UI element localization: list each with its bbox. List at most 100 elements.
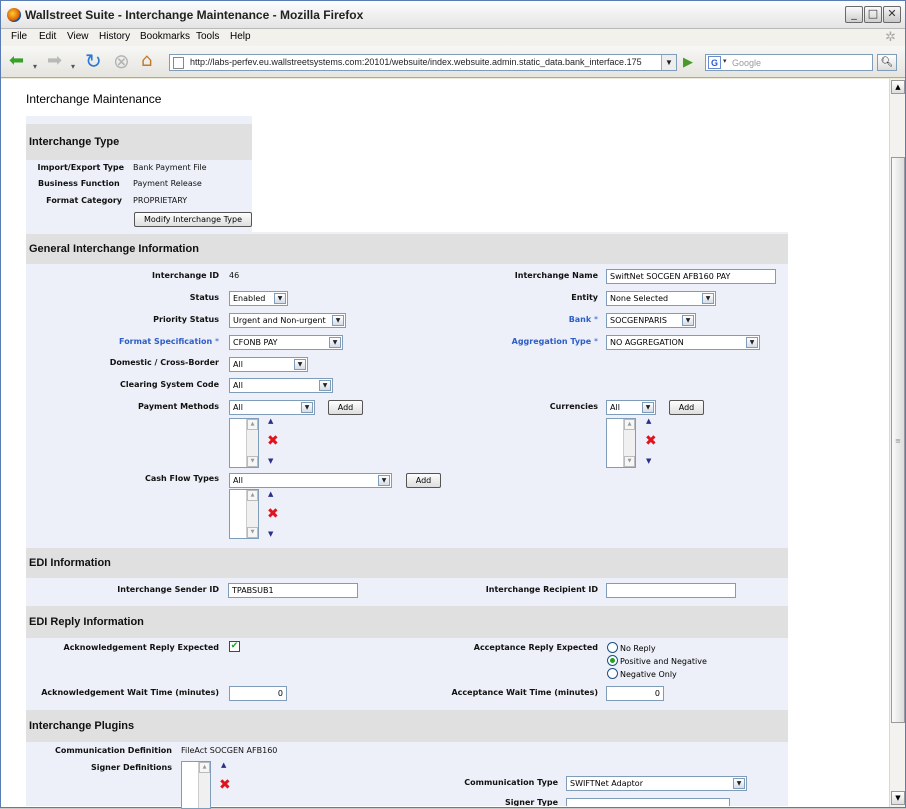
vertical-scrollbar[interactable]: ▲ ≡ ▼	[889, 79, 905, 807]
payment-methods-select[interactable]: All ▼	[229, 400, 315, 415]
move-down-icon[interactable]: ▼	[646, 457, 651, 465]
move-down-icon[interactable]: ▼	[268, 457, 273, 465]
forward-icon[interactable]: ➡	[47, 52, 62, 70]
cash-flow-types-select[interactable]: All ▼	[229, 473, 392, 488]
move-up-icon[interactable]: ▲	[268, 417, 273, 425]
required-mark: *	[215, 337, 219, 346]
close-button[interactable]: ✕	[883, 6, 901, 23]
back-icon[interactable]: ⬅	[9, 52, 24, 70]
maximize-button[interactable]: □	[864, 6, 882, 23]
back-history-dropdown-icon[interactable]: ▾	[33, 58, 37, 76]
chevron-down-icon: ▼	[319, 380, 331, 391]
format-specification-select[interactable]: CFONB PAY ▼	[229, 335, 343, 350]
minimize-button[interactable]: _	[845, 6, 863, 23]
scroll-up-icon[interactable]: ▲	[247, 490, 258, 501]
scroll-down-icon[interactable]: ▼	[247, 456, 258, 467]
status-select[interactable]: Enabled ▼	[229, 291, 288, 306]
add-currency-button[interactable]: Add	[669, 400, 704, 415]
cash-flow-types-list[interactable]: ▲ ▼	[229, 489, 259, 539]
home-icon[interactable]: ⌂	[141, 52, 152, 70]
url-text: http://labs-perfev.eu.wallstreetsystems.…	[190, 57, 642, 67]
add-payment-method-button[interactable]: Add	[328, 400, 363, 415]
menu-help[interactable]: Help	[230, 31, 251, 42]
interchange-name-input[interactable]: SwiftNet SOCGEN AFB160 PAY	[606, 269, 776, 284]
domestic-select-value: All	[233, 360, 243, 369]
scroll-down-icon[interactable]: ▼	[247, 527, 258, 538]
remove-icon[interactable]: ✖	[645, 434, 657, 448]
communication-type-select[interactable]: SWIFTNet Adaptor ▼	[566, 776, 747, 791]
no-reply-radio[interactable]	[607, 642, 618, 653]
google-icon[interactable]: G	[708, 56, 721, 69]
remove-icon[interactable]: ✖	[267, 507, 279, 521]
url-dropdown-icon[interactable]: ▼	[661, 55, 676, 70]
page-title: Interchange Maintenance	[26, 92, 162, 106]
list-scrollbar[interactable]: ▲ ▼	[246, 419, 258, 467]
negative-only-radio[interactable]	[607, 668, 618, 679]
sender-id-label: Interchange Sender ID	[117, 585, 219, 594]
chevron-down-icon: ▼	[301, 402, 313, 413]
entity-select[interactable]: None Selected ▼	[606, 291, 716, 306]
sender-id-input[interactable]: TPABSUB1	[228, 583, 358, 598]
stop-icon[interactable]: ⊗	[113, 51, 130, 71]
currencies-select[interactable]: All ▼	[606, 400, 656, 415]
menu-view[interactable]: View	[67, 31, 89, 42]
move-up-icon[interactable]: ▲	[221, 761, 226, 769]
chevron-down-icon: ▼	[642, 402, 654, 413]
move-up-icon[interactable]: ▲	[268, 490, 273, 498]
priority-status-select[interactable]: Urgent and Non-urgent ▼	[229, 313, 346, 328]
edi-reply-header: EDI Reply Information	[26, 606, 788, 638]
scroll-down-icon[interactable]: ▼	[624, 456, 635, 467]
go-icon[interactable]: ▶	[679, 54, 697, 71]
currencies-list[interactable]: ▲ ▼	[606, 418, 636, 468]
scrollbar-thumb[interactable]: ≡	[891, 157, 905, 723]
bank-select[interactable]: SOCGENPARIS ▼	[606, 313, 696, 328]
list-scrollbar[interactable]: ▲ ▼	[623, 419, 635, 467]
move-down-icon[interactable]: ▼	[268, 530, 273, 538]
search-input[interactable]: G ▾ Google	[705, 54, 873, 71]
search-placeholder: Google	[732, 58, 762, 68]
remove-icon[interactable]: ✖	[219, 778, 231, 792]
remove-icon[interactable]: ✖	[267, 434, 279, 448]
scroll-up-icon[interactable]: ▲	[247, 419, 258, 430]
domestic-cross-border-select[interactable]: All ▼	[229, 357, 308, 372]
acceptance-reply-expected-label: Acceptance Reply Expected	[473, 643, 598, 652]
menu-bookmarks[interactable]: Bookmarks	[140, 31, 190, 42]
aggregation-type-label: Aggregation Type *	[426, 337, 598, 346]
form-panel: Interchange Type Import/Export Type Bank…	[26, 116, 788, 809]
address-bar[interactable]: http://labs-perfev.eu.wallstreetsystems.…	[169, 54, 677, 71]
payment-methods-list[interactable]: ▲ ▼	[229, 418, 259, 468]
positive-negative-radio[interactable]	[607, 655, 618, 666]
page-icon	[173, 57, 184, 69]
forward-history-dropdown-icon[interactable]: ▾	[71, 58, 75, 76]
add-cash-flow-type-button[interactable]: Add	[406, 473, 441, 488]
ack-wait-time-input[interactable]: 0	[229, 686, 287, 701]
list-scrollbar[interactable]: ▲	[198, 762, 210, 808]
modify-interchange-type-button[interactable]: Modify Interchange Type	[134, 212, 252, 227]
payment-methods-select-value: All	[233, 403, 243, 412]
search-engine-dropdown-icon[interactable]: ▾	[723, 57, 727, 65]
acceptance-wait-time-input[interactable]: 0	[606, 686, 664, 701]
scroll-up-icon[interactable]: ▲	[624, 419, 635, 430]
move-up-icon[interactable]: ▲	[646, 417, 651, 425]
communication-definition-value: FileAct SOCGEN AFB160	[181, 746, 278, 755]
list-scrollbar[interactable]: ▲ ▼	[246, 490, 258, 538]
menu-file[interactable]: File	[11, 31, 27, 42]
scroll-down-icon[interactable]: ▼	[891, 791, 905, 805]
scroll-up-icon[interactable]: ▲	[199, 762, 210, 773]
chevron-down-icon: ▼	[746, 337, 758, 348]
menu-tools[interactable]: Tools	[196, 31, 219, 42]
ack-reply-expected-checkbox[interactable]: ✔	[229, 641, 240, 652]
recipient-id-input[interactable]	[606, 583, 736, 598]
aggregation-type-select[interactable]: NO AGGREGATION ▼	[606, 335, 760, 350]
signer-type-select[interactable]	[566, 798, 730, 806]
clearing-system-code-label: Clearing System Code	[120, 380, 219, 389]
signer-definitions-list[interactable]: ▲	[181, 761, 211, 809]
reload-icon[interactable]: ↻	[85, 51, 102, 71]
search-button[interactable]: 🔍︎	[877, 54, 897, 71]
menu-edit[interactable]: Edit	[39, 31, 56, 42]
scroll-up-icon[interactable]: ▲	[891, 80, 905, 94]
clearing-system-code-select[interactable]: All ▼	[229, 378, 333, 393]
interchange-id-value: 46	[229, 271, 240, 280]
menu-history[interactable]: History	[99, 31, 130, 42]
firefox-logo-icon	[7, 8, 21, 22]
